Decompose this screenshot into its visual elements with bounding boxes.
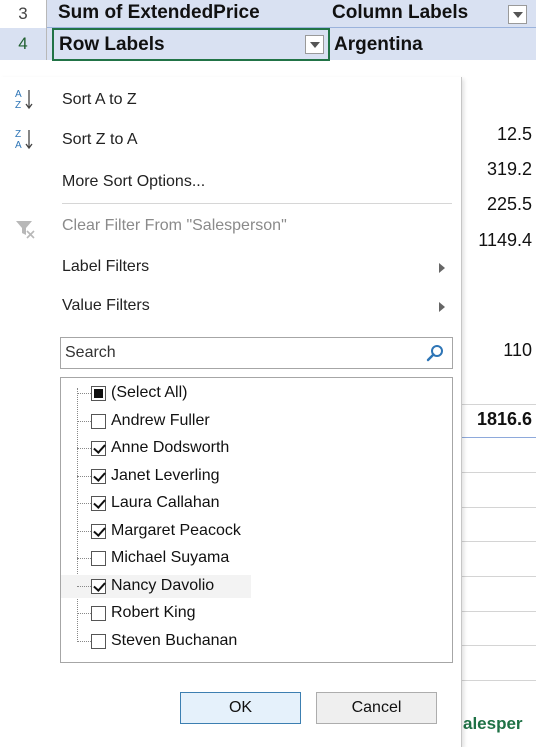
checkbox[interactable] bbox=[91, 441, 106, 456]
filter-list-item[interactable]: Anne Dodsworth bbox=[61, 437, 452, 460]
value-cell[interactable]: 1149.4 bbox=[478, 230, 532, 251]
tree-connector-line bbox=[77, 503, 91, 504]
tree-connector-line bbox=[77, 420, 91, 422]
filter-list-item-label: Robert King bbox=[111, 604, 196, 621]
sort-z-to-a-icon: Z A bbox=[15, 129, 33, 151]
filter-list-item[interactable]: Nancy Davolio bbox=[61, 574, 251, 598]
row-labels-filter-button[interactable] bbox=[305, 35, 324, 54]
svg-text:A: A bbox=[15, 89, 22, 100]
grid-line bbox=[462, 507, 536, 508]
more-sort-options-item[interactable]: More Sort Options... bbox=[62, 173, 205, 191]
row-header-3[interactable]: 3 bbox=[0, 0, 46, 28]
row-header-4[interactable]: 4 bbox=[0, 28, 46, 60]
grid-line bbox=[462, 541, 536, 542]
filter-list-item[interactable]: Robert King bbox=[61, 602, 452, 625]
search-icon[interactable] bbox=[426, 344, 444, 362]
sort-z-to-a-label: Sort Z to A bbox=[62, 131, 138, 148]
grid-line bbox=[462, 611, 536, 612]
ok-button[interactable]: OK bbox=[180, 692, 301, 724]
clear-filter-label: Clear Filter From "Salesperson" bbox=[62, 217, 287, 234]
grid-line bbox=[462, 576, 536, 577]
more-sort-options-label: More Sort Options... bbox=[62, 173, 206, 190]
checkbox[interactable] bbox=[91, 468, 106, 484]
value-filters-label: Value Filters bbox=[62, 297, 150, 314]
tree-connector-line bbox=[77, 640, 91, 642]
sort-a-to-z-icon: A Z bbox=[15, 89, 33, 111]
clear-filter-icon bbox=[16, 221, 35, 239]
filter-list-item-label: Steven Buchanan bbox=[111, 631, 238, 649]
grid-line bbox=[462, 680, 536, 681]
salesperson-filter-list[interactable]: (Select All) Andrew Fuller Anne Dodsworth J… bbox=[60, 377, 453, 663]
value-filters-item[interactable]: Value Filters bbox=[62, 297, 150, 315]
filter-list-item[interactable]: Margaret Peacock bbox=[61, 520, 452, 543]
label-filters-item[interactable]: Label Filters bbox=[62, 258, 149, 276]
grand-total-cell[interactable]: 1816.6 bbox=[477, 409, 532, 430]
checkbox[interactable] bbox=[91, 386, 106, 401]
svg-text:Z: Z bbox=[15, 100, 21, 111]
filter-list-item-label: Michael Suyama bbox=[111, 549, 230, 566]
grid-line bbox=[462, 472, 536, 473]
cell-salesperson-partial[interactable]: alesper bbox=[463, 714, 523, 734]
filter-list-item-label: Laura Callahan bbox=[111, 494, 220, 511]
filter-list-item[interactable]: Michael Suyama bbox=[61, 547, 452, 570]
grid-line bbox=[462, 645, 536, 646]
value-filters-submenu-arrow-icon bbox=[439, 302, 445, 312]
tree-connector-line bbox=[77, 448, 91, 449]
search-input[interactable] bbox=[61, 338, 411, 368]
checkbox[interactable] bbox=[91, 413, 106, 429]
value-cell[interactable]: 12.5 bbox=[497, 124, 532, 145]
filter-list-item-label: Andrew Fuller bbox=[111, 411, 210, 429]
checkbox[interactable] bbox=[91, 523, 106, 539]
tree-connector-line bbox=[77, 613, 91, 614]
filter-list-item[interactable]: Andrew Fuller bbox=[61, 410, 452, 433]
tree-connector-line bbox=[77, 393, 91, 394]
cell-column-labels[interactable]: Column Labels bbox=[332, 2, 468, 24]
filter-list-item-label: Anne Dodsworth bbox=[111, 439, 230, 456]
filter-list-item-label: Nancy Davolio bbox=[111, 576, 215, 594]
checkbox[interactable] bbox=[91, 496, 106, 511]
grid-line bbox=[462, 404, 536, 405]
label-filters-submenu-arrow-icon bbox=[439, 263, 445, 273]
clear-filter-item: Clear Filter From "Salesperson" bbox=[62, 217, 287, 235]
search-box bbox=[60, 337, 453, 369]
column-labels-filter-button[interactable] bbox=[508, 5, 527, 24]
sort-a-to-z-item[interactable]: Sort A to Z bbox=[62, 91, 137, 109]
grid-line bbox=[462, 437, 536, 438]
filter-list-item[interactable]: (Select All) bbox=[61, 382, 452, 405]
filter-list-item-label: Margaret Peacock bbox=[111, 521, 241, 539]
svg-text:A: A bbox=[15, 140, 22, 151]
value-cell[interactable]: 225.5 bbox=[487, 194, 532, 215]
sort-a-to-z-label: Sort A to Z bbox=[62, 91, 137, 108]
filter-list-item-label: Janet Leverling bbox=[111, 466, 220, 484]
cell-row-labels[interactable]: Row Labels bbox=[59, 34, 165, 56]
checkbox[interactable] bbox=[91, 606, 106, 621]
sort-z-to-a-item[interactable]: Sort Z to A bbox=[62, 131, 138, 149]
checkbox[interactable] bbox=[91, 633, 106, 649]
tree-connector-line bbox=[77, 558, 91, 559]
menu-separator bbox=[62, 203, 452, 204]
filter-list-item-label: (Select All) bbox=[111, 384, 188, 401]
svg-text:Z: Z bbox=[15, 129, 21, 140]
checkbox[interactable] bbox=[91, 551, 106, 566]
value-cell[interactable]: 319.2 bbox=[487, 159, 532, 180]
cell-sum-of-extendedprice[interactable]: Sum of ExtendedPrice bbox=[58, 2, 260, 24]
filter-list-item[interactable]: Laura Callahan bbox=[61, 492, 452, 515]
tree-connector-line bbox=[77, 530, 91, 532]
cell-argentina[interactable]: Argentina bbox=[334, 34, 423, 56]
label-filters-label: Label Filters bbox=[62, 258, 150, 275]
tree-connector-line bbox=[77, 475, 91, 477]
value-cell[interactable]: 110 bbox=[503, 340, 532, 361]
filter-list-item[interactable]: Janet Leverling bbox=[61, 465, 452, 488]
filter-list-item[interactable]: Steven Buchanan bbox=[61, 630, 452, 653]
cancel-button[interactable]: Cancel bbox=[316, 692, 437, 724]
checkbox[interactable] bbox=[91, 578, 106, 594]
tree-connector-line bbox=[77, 585, 91, 587]
